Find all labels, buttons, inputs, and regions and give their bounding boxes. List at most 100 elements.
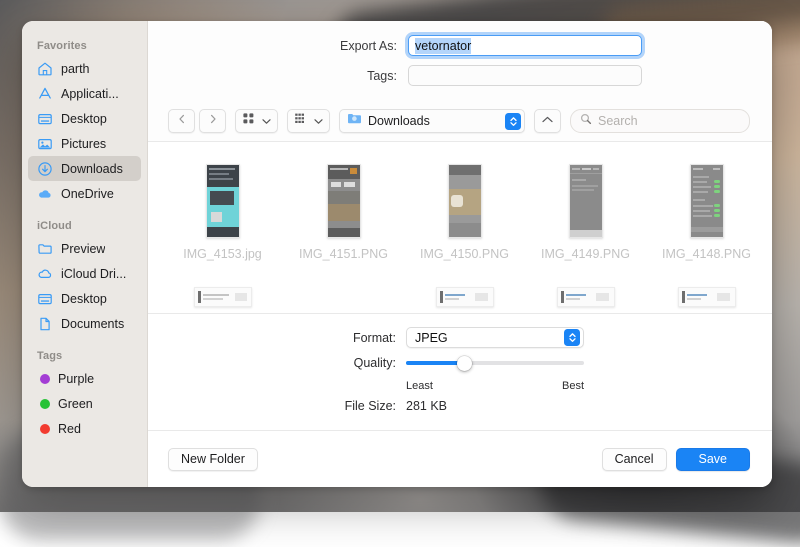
cloud-icon [37,186,53,202]
chevron-left-icon [176,112,188,130]
cancel-button[interactable]: Cancel [602,448,667,471]
sidebar-item-label: OneDrive [61,187,114,201]
export-options: Format: JPEG Quality: [148,314,772,430]
chevron-down-icon [314,112,323,130]
collapse-button[interactable] [534,109,561,133]
format-value: JPEG [415,331,564,345]
tags-row: Tags: [172,65,748,86]
filesize-label: File Size: [148,399,406,413]
desktop-icon [37,111,53,127]
quality-least-label: Least [406,380,433,392]
sidebar-item-parth[interactable]: parth [28,56,141,81]
sidebar-item-downloads[interactable]: Downloads [28,156,141,181]
home-icon [37,61,53,77]
updown-chevrons-icon[interactable] [564,329,580,346]
file-thumbnail [557,287,615,307]
icon-view-button[interactable] [235,109,278,133]
document-icon [37,316,53,332]
applications-icon [37,86,53,102]
sidebar-item-label: Purple [58,372,94,386]
back-button[interactable] [168,109,195,133]
file-thumbnail [194,287,252,307]
forward-button[interactable] [199,109,226,133]
chevron-down-icon [262,112,271,130]
sidebar-item-label: Preview [61,242,105,256]
sidebar-item-label: Documents [61,317,124,331]
search-icon [580,112,592,130]
thumbnail-wrap [690,158,724,238]
format-select[interactable]: JPEG [406,327,584,348]
tag-dot-icon [40,424,50,434]
file-item[interactable] [404,287,525,307]
file-thumbnail [436,287,494,307]
save-button[interactable]: Save [676,448,751,471]
file-thumbnail [690,164,724,238]
list-view-button[interactable] [287,109,330,133]
filesize-row: File Size: 281 KB [148,399,772,413]
format-row: Format: JPEG [148,327,772,348]
sidebar-item-desktop[interactable]: Desktop [28,106,141,131]
tags-label: Tags: [172,69,408,83]
quality-best-label: Best [562,380,584,392]
file-thumbnail [448,164,482,238]
sidebar-item-label: Green [58,397,93,411]
tag-dot-icon [40,374,50,384]
sidebar-item-desktop-icloud[interactable]: Desktop [28,286,141,311]
file-name: IMG_4153.jpg [183,247,262,261]
sidebar-item-label: iCloud Dri... [61,267,126,281]
file-item[interactable]: IMG_4153.jpg [162,158,283,261]
file-item[interactable]: IMG_4149.PNG [525,158,646,261]
file-name: IMG_4149.PNG [541,247,630,261]
sidebar-item-pictures[interactable]: Pictures [28,131,141,156]
save-dialog: Favorites parth Applicati... Desktop Pic… [22,21,772,487]
sidebar-item-tag-red[interactable]: Red [28,416,141,441]
folder-icon [37,241,53,257]
navigation-buttons [168,109,226,133]
file-item[interactable] [525,287,646,307]
file-item[interactable]: IMG_4150.PNG [404,158,525,261]
file-item[interactable] [162,287,283,307]
chevron-up-icon [541,112,554,130]
browser-toolbar: Downloads Search [148,103,772,141]
sidebar-item-label: Applicati... [61,87,119,101]
quality-slider[interactable] [406,355,584,371]
export-as-input[interactable]: vetornator [408,35,642,56]
dialog-main-pane: Export As: vetornator Tags: [148,21,772,487]
updown-chevrons-icon[interactable] [505,113,521,130]
desktop-icon [37,291,53,307]
thumbnail-wrap [569,158,603,238]
sidebar-item-applications[interactable]: Applicati... [28,81,141,106]
pictures-icon [37,136,53,152]
sidebar-item-tag-purple[interactable]: Purple [28,366,141,391]
sidebar-item-preview[interactable]: Preview [28,236,141,261]
slider-knob[interactable] [457,356,472,371]
quality-scale-row: Least Best [148,378,772,392]
sidebar-item-tag-green[interactable]: Green [28,391,141,416]
sidebar[interactable]: Favorites parth Applicati... Desktop Pic… [22,21,148,487]
sidebar-item-icloud-drive[interactable]: iCloud Dri... [28,261,141,286]
file-item[interactable]: IMG_4148.PNG [646,158,767,261]
downloads-icon [37,161,53,177]
sidebar-item-documents[interactable]: Documents [28,311,141,336]
thumbnail-wrap [327,158,361,238]
file-name: IMG_4151.PNG [299,247,388,261]
sidebar-item-label: Desktop [61,292,107,306]
path-label: Downloads [368,114,499,128]
file-thumbnail [678,287,736,307]
quality-scale: Least Best [406,380,584,392]
thumbnail-wrap [448,158,482,238]
sidebar-item-onedrive[interactable]: OneDrive [28,181,141,206]
sidebar-item-label: Red [58,422,81,436]
file-item[interactable]: IMG_4151.PNG [283,158,404,261]
sidebar-item-label: Downloads [61,162,123,176]
folder-downloads-icon [347,111,362,131]
new-folder-button[interactable]: New Folder [168,448,258,471]
file-item[interactable] [283,287,404,307]
file-item[interactable] [646,287,767,307]
dialog-footer: New Folder Cancel Save [148,430,772,487]
path-popup-button[interactable]: Downloads [339,109,525,133]
search-input[interactable]: Search [570,109,750,133]
quality-label: Quality: [148,356,406,370]
file-browser-list[interactable]: IMG_4153.jpg [148,141,772,314]
tags-input[interactable] [408,65,642,86]
